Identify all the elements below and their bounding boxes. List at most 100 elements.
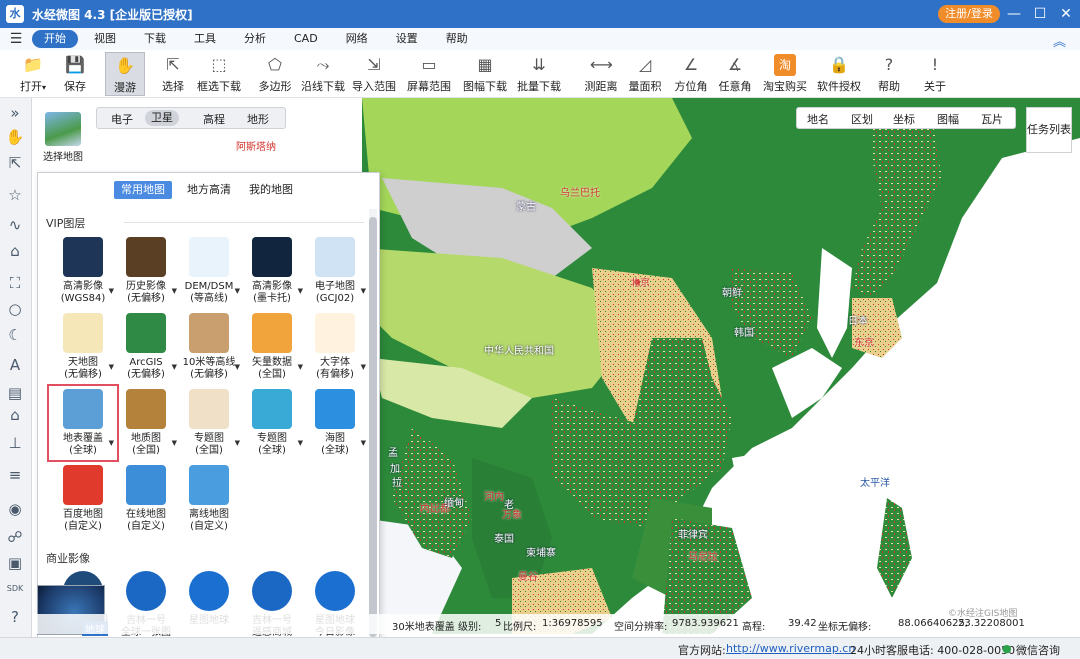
left-tool-3-icon[interactable]: ☆ bbox=[4, 184, 26, 206]
tool-info[interactable]: ! 关于 bbox=[912, 52, 958, 96]
left-tool-4-icon[interactable]: ∿ bbox=[4, 214, 26, 236]
tile-dropdown-icon[interactable]: ▼ bbox=[109, 361, 114, 373]
close-icon[interactable]: ✕ bbox=[1056, 4, 1076, 24]
tool-pointer[interactable]: ⇱ 选择 bbox=[150, 52, 196, 96]
tool-any-angle[interactable]: ∡ 任意角 bbox=[712, 52, 758, 96]
map-tile[interactable]: 高清影像 (墨卡托) ▼ bbox=[241, 237, 303, 305]
map-tile[interactable]: 百度地图 (自定义) bbox=[52, 465, 114, 533]
left-tool-7-icon[interactable]: ○ bbox=[4, 298, 26, 320]
tile-dropdown-icon[interactable]: ▼ bbox=[109, 285, 114, 297]
tool-box-download[interactable]: ⬚ 框选下载 bbox=[196, 52, 242, 96]
overlay-0[interactable]: 地名 bbox=[807, 111, 829, 127]
left-tool-5-icon[interactable]: ⌂ bbox=[4, 240, 26, 262]
tile-dropdown-icon[interactable]: ▼ bbox=[172, 361, 177, 373]
tool-sheet-download[interactable]: ▦图幅下载▾ bbox=[462, 52, 508, 106]
left-tool-16-icon[interactable]: ▣ bbox=[4, 552, 26, 574]
left-tool-15-icon[interactable]: ☍ bbox=[4, 526, 26, 548]
map-tile[interactable]: ArcGIS (无偏移) ▼ bbox=[115, 313, 177, 381]
tool-save[interactable]: 💾 保存 bbox=[52, 52, 98, 96]
tile-dropdown-icon[interactable]: ▼ bbox=[109, 437, 114, 449]
left-tool-10-icon[interactable]: ▤ bbox=[4, 382, 26, 404]
left-tool-14-icon[interactable]: ◉ bbox=[4, 498, 26, 520]
map-tile[interactable]: 地质图 (全国) ▼ bbox=[115, 389, 177, 457]
tool-import-range[interactable]: ⇲ 导入范围 bbox=[351, 52, 397, 96]
map-tile[interactable]: 历史影像 (无偏移) ▼ bbox=[115, 237, 177, 305]
left-tool-17-icon[interactable]: SDK bbox=[4, 578, 26, 600]
panel-tab-2[interactable]: 我的地图 bbox=[242, 181, 300, 199]
left-tool-18-icon[interactable]: ? bbox=[4, 606, 26, 628]
map-tile[interactable]: 矢量数据 (全国) ▼ bbox=[241, 313, 303, 381]
tool-open-folder[interactable]: 📁 打开▾ bbox=[10, 52, 56, 96]
tool-hand[interactable]: ✋ 漫游 bbox=[105, 52, 145, 96]
tile-dropdown-icon[interactable]: ▼ bbox=[172, 437, 177, 449]
menu-6[interactable]: 网络 bbox=[334, 30, 380, 48]
menu-4[interactable]: 分析 bbox=[232, 30, 278, 48]
map-tile[interactable]: 离线地图 (自定义) bbox=[178, 465, 240, 533]
tool-taobao[interactable]: 淘淘宝购买 bbox=[762, 52, 808, 96]
map-tile[interactable]: 高清影像 (WGS84) ▼ bbox=[52, 237, 114, 305]
map-tile[interactable]: 在线地图 (自定义) bbox=[115, 465, 177, 533]
left-tool-2-icon[interactable]: ⇱ bbox=[4, 152, 26, 174]
menu-2[interactable]: 下载 bbox=[132, 30, 178, 48]
scrollbar-thumb[interactable] bbox=[369, 217, 377, 637]
menu-8[interactable]: 帮助 bbox=[434, 30, 480, 48]
tool-help[interactable]: ? 帮助 bbox=[866, 52, 912, 96]
tool-azimuth[interactable]: ∠ 方位角 bbox=[668, 52, 714, 96]
panel-tab-1[interactable]: 地方高清 bbox=[180, 181, 238, 199]
login-button[interactable]: 注册/登录 bbox=[938, 5, 1000, 23]
menu-1[interactable]: 视图 bbox=[82, 30, 128, 48]
overlay-4[interactable]: 瓦片 bbox=[981, 111, 1003, 127]
map-type-3[interactable]: 地形 bbox=[247, 111, 269, 127]
overlay-1[interactable]: 区划 bbox=[851, 111, 873, 127]
left-tool-9-icon[interactable]: A bbox=[4, 354, 26, 376]
tool-measure-distance[interactable]: ⟷ 测距离 bbox=[578, 52, 624, 96]
tile-dropdown-icon[interactable]: ▼ bbox=[361, 437, 366, 449]
tile-dropdown-icon[interactable]: ▼ bbox=[172, 285, 177, 297]
left-tool-1-icon[interactable]: ✋ bbox=[4, 126, 26, 148]
tool-lock[interactable]: 🔒 软件授权 bbox=[816, 52, 862, 96]
menu-7[interactable]: 设置 bbox=[384, 30, 430, 48]
overlay-2[interactable]: 坐标 bbox=[893, 111, 915, 127]
map-type-0[interactable]: 电子 bbox=[111, 111, 133, 127]
map-tile[interactable]: 专题图 (全国) ▼ bbox=[178, 389, 240, 457]
map-tile[interactable]: 电子地图 (GCJ02) ▼ bbox=[304, 237, 366, 305]
map-tile[interactable]: DEM/DSM (等高线) ▼ bbox=[178, 237, 240, 305]
select-map-button[interactable]: 选择地图 bbox=[40, 112, 86, 170]
menu-5[interactable]: CAD bbox=[282, 30, 330, 48]
tool-batch-download[interactable]: ⇊ 批量下载 bbox=[516, 52, 562, 96]
panel-tab-0[interactable]: 常用地图 bbox=[114, 181, 172, 199]
map-tile[interactable]: 10米等高线 (无偏移) ▼ bbox=[178, 313, 240, 381]
website-link[interactable]: http://www.rivermap.cn bbox=[726, 642, 855, 655]
tile-dropdown-icon[interactable]: ▼ bbox=[298, 285, 303, 297]
left-tool-0-icon[interactable]: » bbox=[4, 102, 26, 124]
left-tool-13-icon[interactable]: ≡ bbox=[4, 464, 26, 486]
tile-dropdown-icon[interactable]: ▼ bbox=[298, 361, 303, 373]
tile-dropdown-icon[interactable]: ▼ bbox=[235, 437, 240, 449]
wechat-consult-button[interactable]: 微信咨询 bbox=[1016, 642, 1060, 658]
map-tile[interactable]: 专题图 (全球) ▼ bbox=[241, 389, 303, 457]
tile-dropdown-icon[interactable]: ▼ bbox=[361, 361, 366, 373]
minimize-icon[interactable]: — bbox=[1004, 4, 1024, 24]
left-tool-12-icon[interactable]: ⊥ bbox=[4, 432, 26, 454]
map-type-1[interactable]: 卫星 bbox=[145, 110, 179, 126]
tile-dropdown-icon[interactable]: ▼ bbox=[361, 285, 366, 297]
left-tool-11-icon[interactable]: ⌂ bbox=[4, 404, 26, 426]
tool-measure-area[interactable]: ◿ 量面积 bbox=[622, 52, 668, 96]
left-tool-6-icon[interactable]: ⛶ bbox=[4, 272, 26, 294]
maximize-icon[interactable]: ☐ bbox=[1030, 4, 1050, 24]
tool-screen-range[interactable]: ▭ 屏幕范围 bbox=[406, 52, 452, 96]
menu-0[interactable]: 开始 bbox=[32, 30, 78, 48]
tool-polygon[interactable]: ⬠ 多边形 bbox=[252, 52, 298, 96]
panel-scrollbar[interactable] bbox=[369, 209, 377, 659]
map-tile[interactable]: 大字体 (有偏移) ▼ bbox=[304, 313, 366, 381]
tile-dropdown-icon[interactable]: ▼ bbox=[298, 437, 303, 449]
collapse-ribbon-icon[interactable]: ︽ bbox=[1053, 31, 1066, 50]
hamburger-menu-icon[interactable]: ☰ bbox=[0, 31, 32, 47]
map-tile[interactable]: 海图 (全球) ▼ bbox=[304, 389, 366, 457]
map-tile[interactable]: 地表覆盖 (全球) ▼ bbox=[47, 384, 119, 462]
map-type-2[interactable]: 高程 bbox=[203, 111, 225, 127]
tile-dropdown-icon[interactable]: ▼ bbox=[235, 361, 240, 373]
tile-dropdown-icon[interactable]: ▼ bbox=[235, 285, 240, 297]
tool-line-download[interactable]: ⤳ 沿线下载 bbox=[300, 52, 346, 96]
left-tool-8-icon[interactable]: ☾ bbox=[4, 324, 26, 346]
